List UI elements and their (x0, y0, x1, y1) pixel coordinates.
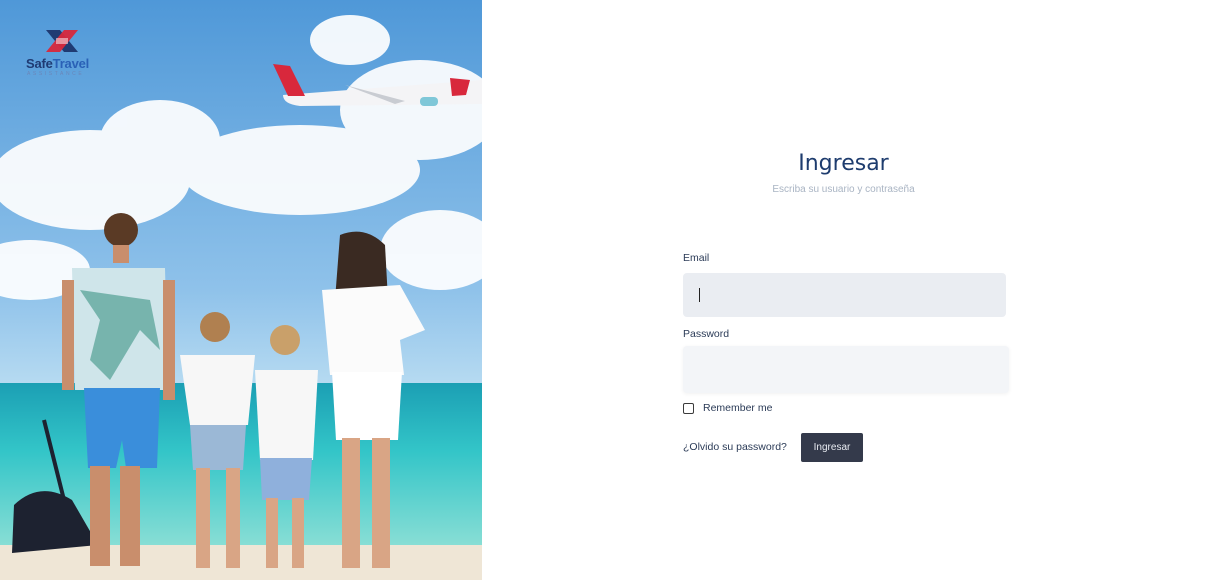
sand (0, 545, 482, 580)
hero-image-panel: SafeTravel ASSISTANCE (0, 0, 482, 580)
password-label: Password (683, 328, 730, 340)
login-button[interactable]: Ingresar (801, 433, 863, 462)
page-title: Ingresar (798, 151, 889, 176)
logo-icon (46, 30, 78, 52)
password-field[interactable] (683, 346, 1009, 393)
brand-name: SafeTravel (26, 56, 90, 71)
email-field[interactable] (683, 273, 1006, 317)
page-subtitle: Escriba su usuario y contraseña (772, 184, 915, 195)
brand-logo: SafeTravel ASSISTANCE (26, 26, 106, 82)
email-label: Email (683, 252, 710, 264)
login-panel: Ingresar Escriba su usuario y contraseña… (482, 0, 1205, 580)
beach-family-image (0, 0, 482, 580)
text-cursor (699, 288, 700, 302)
remember-checkbox[interactable] (683, 402, 694, 414)
remember-label[interactable]: Remember me (703, 402, 772, 414)
forgot-password-link[interactable]: ¿Olvido su password? (683, 441, 787, 453)
brand-tagline: ASSISTANCE (27, 71, 85, 77)
remember-me[interactable]: Remember me (683, 402, 772, 414)
